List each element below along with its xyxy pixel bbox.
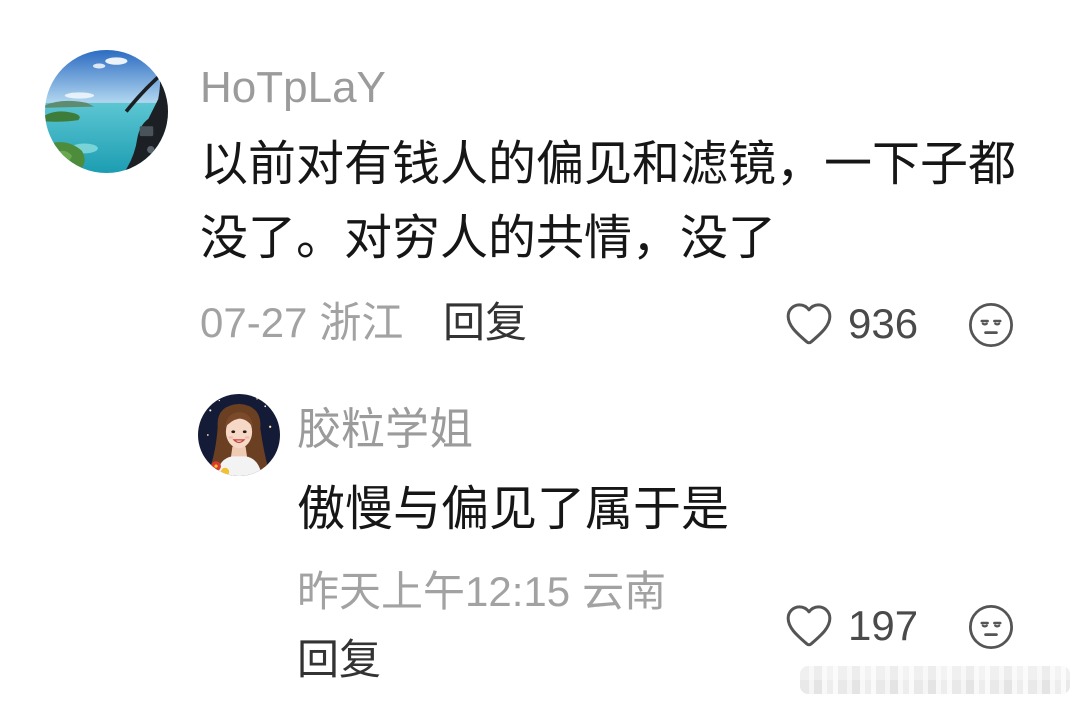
dislike-button[interactable]	[967, 301, 1015, 349]
watermark	[800, 666, 1070, 694]
reply-username[interactable]: 胶粒学姐	[297, 408, 473, 452]
reply-time: 昨天上午12:15	[297, 568, 571, 615]
reply-text: 傲慢与偏见了属于是	[297, 483, 730, 536]
reply-avatar[interactable]	[198, 394, 280, 476]
comment-username[interactable]: HoTpLaY	[200, 66, 386, 110]
like-count: 197	[848, 602, 919, 649]
reply-button[interactable]: 回复	[297, 639, 381, 681]
comment-location: 浙江	[319, 299, 404, 346]
like-count: 936	[848, 300, 919, 347]
avatar-image	[198, 394, 280, 476]
heart-outline-icon	[786, 605, 832, 647]
reply-location: 云南	[582, 568, 667, 615]
avatar[interactable]	[45, 50, 168, 173]
avatar-image	[45, 50, 168, 173]
heart-outline-icon	[786, 303, 832, 345]
like-button[interactable]: 936	[784, 299, 918, 349]
unamused-face-icon	[968, 302, 1014, 348]
reply-meta: 昨天上午12:15 云南	[297, 571, 666, 613]
reply-button[interactable]: 回复	[443, 302, 527, 344]
comment-meta: 07-27 浙江	[200, 302, 403, 344]
comment-text: 以前对有钱人的偏见和滤镜，一下子都没了。对穷人的共情，没了	[200, 138, 1017, 265]
dislike-button[interactable]	[967, 603, 1015, 651]
unamused-face-icon	[968, 604, 1014, 650]
comment-date: 07-27	[200, 299, 308, 346]
like-button[interactable]: 197	[784, 601, 918, 651]
